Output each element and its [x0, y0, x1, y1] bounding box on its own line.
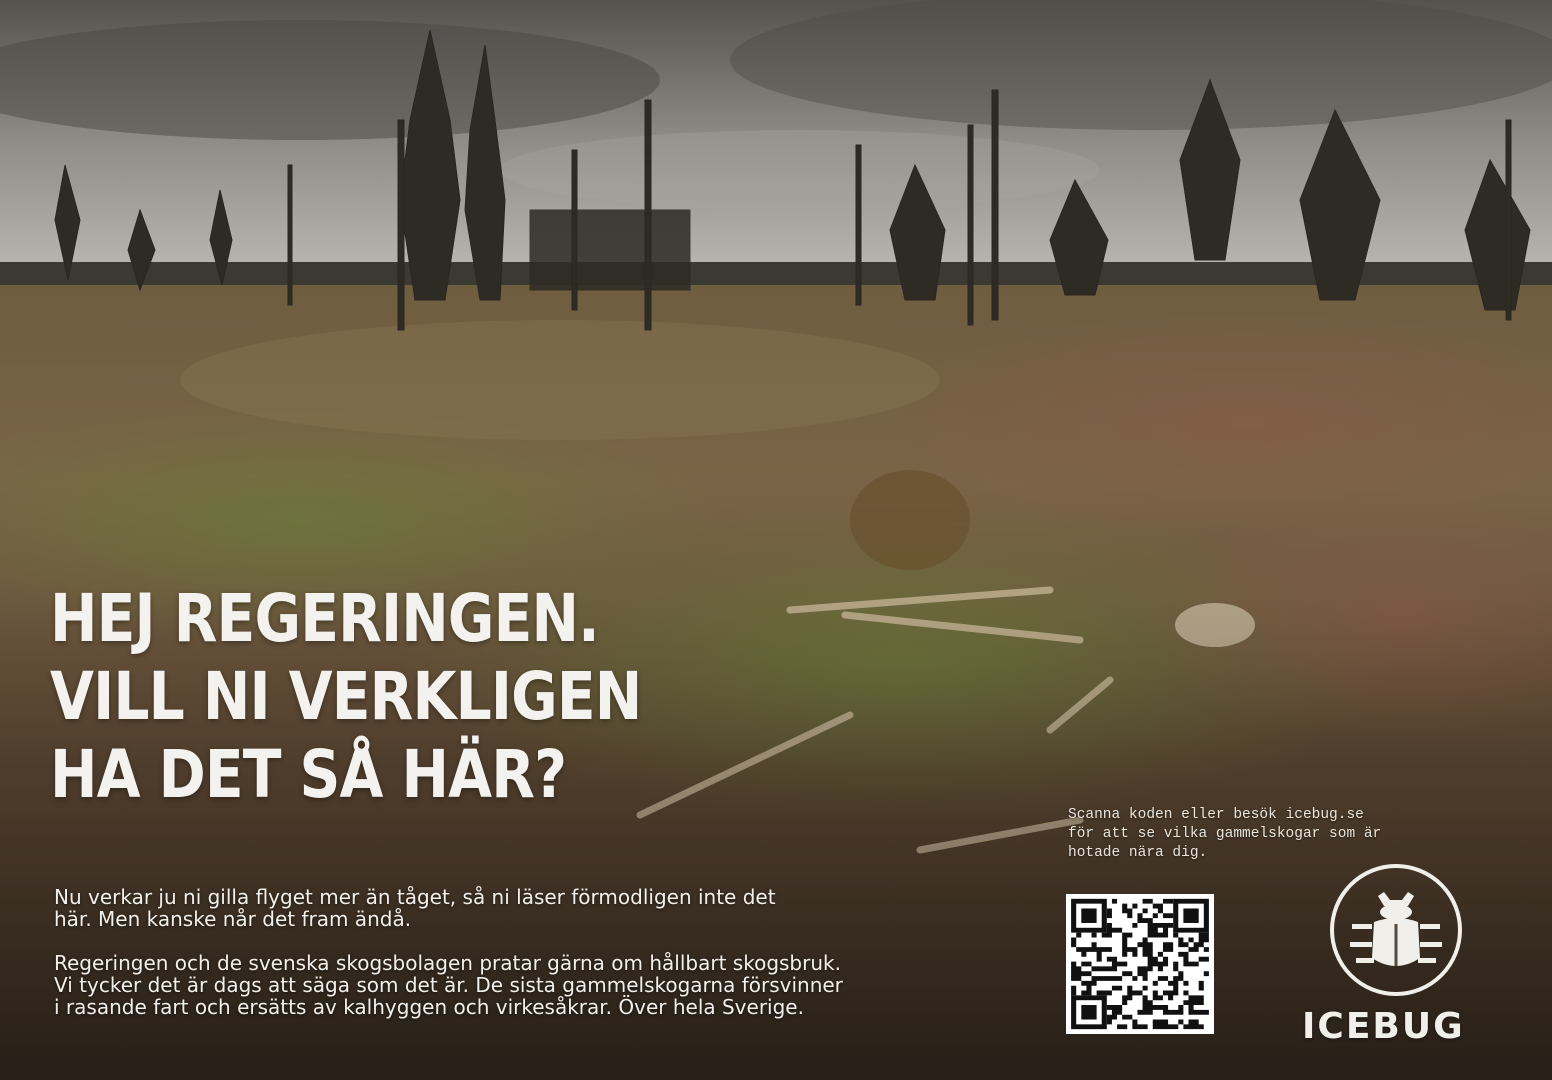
cta-line-2: för att se vilka gammelskogar som är: [1068, 826, 1382, 842]
headline-line-3: HA DET SÅ HÄR?: [50, 736, 567, 813]
headline-line-1: HEJ REGERINGEN.: [50, 580, 600, 657]
headline-line-2: VILL NI VERKLIGEN: [50, 658, 642, 735]
headline: HEJ REGERINGEN. VILL NI VERKLIGEN HA DET…: [50, 580, 642, 814]
qr-code-icon[interactable]: [1066, 894, 1214, 1034]
call-to-action: Scanna koden eller besök icebug.se för a…: [1068, 806, 1488, 863]
brand-wordmark: ICEBUG: [1302, 1006, 1465, 1047]
body-paragraph-main: Regeringen och de svenska skogsbolagen p…: [54, 951, 843, 1019]
beetle-icon: [1330, 864, 1462, 996]
cta-line-1: Scanna koden eller besök icebug.se: [1068, 807, 1364, 823]
body-paragraph-intro: Nu verkar ju ni gilla flyget mer än tåge…: [54, 885, 776, 931]
cta-line-3: hotade nära dig.: [1068, 845, 1208, 861]
